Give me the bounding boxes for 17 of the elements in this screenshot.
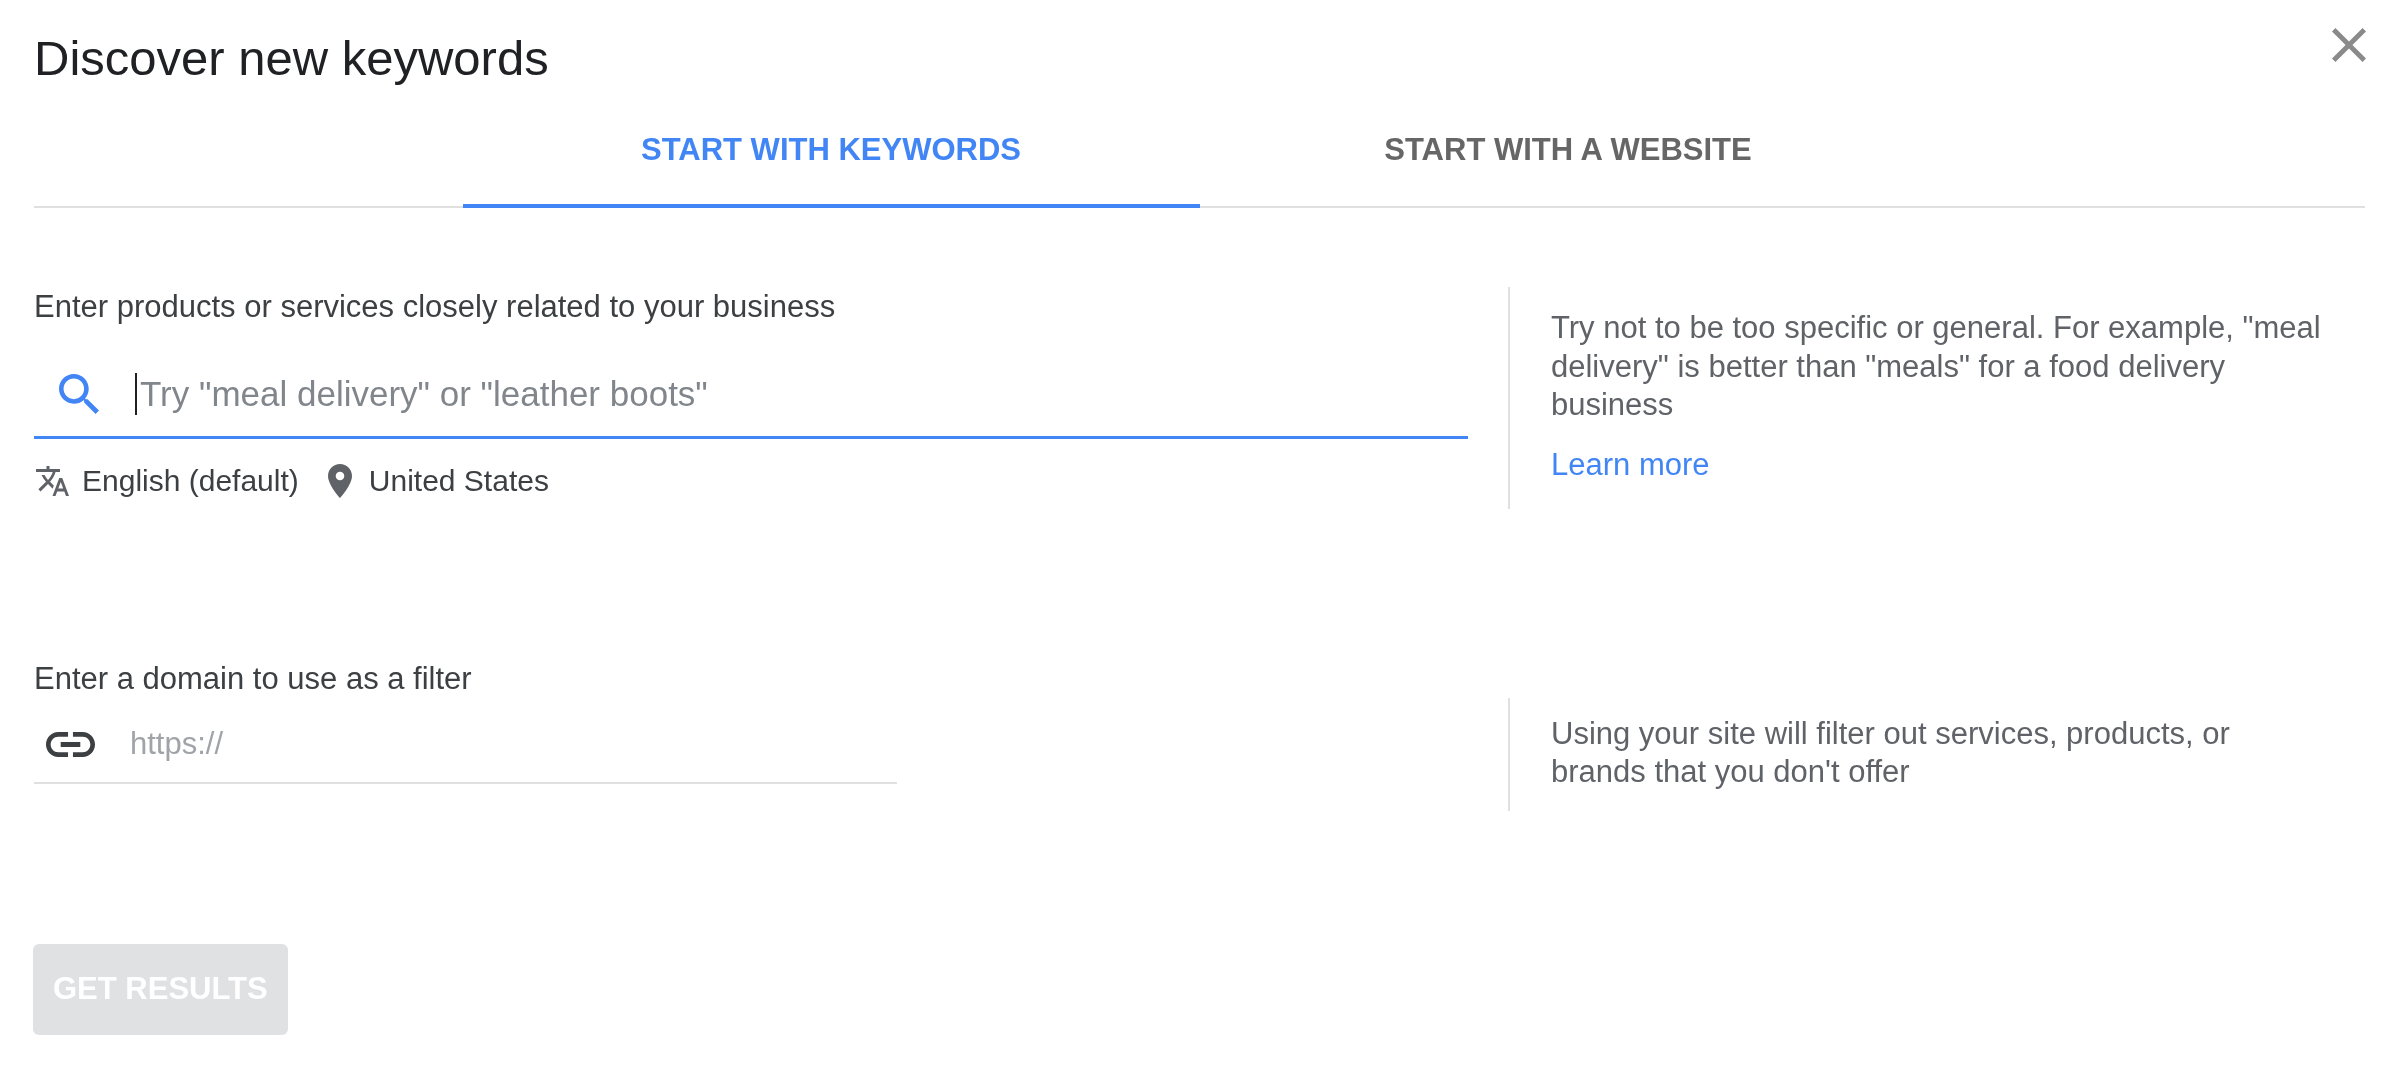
dialog-title: Discover new keywords bbox=[34, 30, 549, 86]
close-icon[interactable] bbox=[2332, 28, 2366, 62]
location-selector[interactable]: United States bbox=[368, 462, 549, 500]
hint-text: Try not to be too specific or general. For example, "meal delivery" is better than "meals" for a food delivery business bbox=[1551, 309, 2322, 424]
hint-text: Using your site will filter out services, products, or brands that you don't offer bbox=[1551, 714, 2231, 791]
search-icon bbox=[59, 374, 99, 414]
link-icon bbox=[46, 731, 95, 757]
tab[interactable]: START WITH KEYWORDS bbox=[462, 100, 1200, 208]
location-pin-icon bbox=[327, 464, 352, 498]
field-label: Enter products or services closely related to your business bbox=[34, 288, 836, 326]
text-cursor-icon bbox=[135, 373, 137, 415]
translate-icon bbox=[36, 466, 69, 496]
tab[interactable]: START WITH A WEBSITE bbox=[1199, 100, 1937, 208]
field-label: Enter a domain to use as a filter bbox=[34, 659, 472, 698]
keyword-search-field[interactable]: Try "meal delivery" or "leather boots" bbox=[34, 352, 1468, 439]
language-selector[interactable]: English (default) bbox=[82, 462, 299, 500]
learn-more-link[interactable]: Learn more bbox=[1551, 445, 1710, 484]
